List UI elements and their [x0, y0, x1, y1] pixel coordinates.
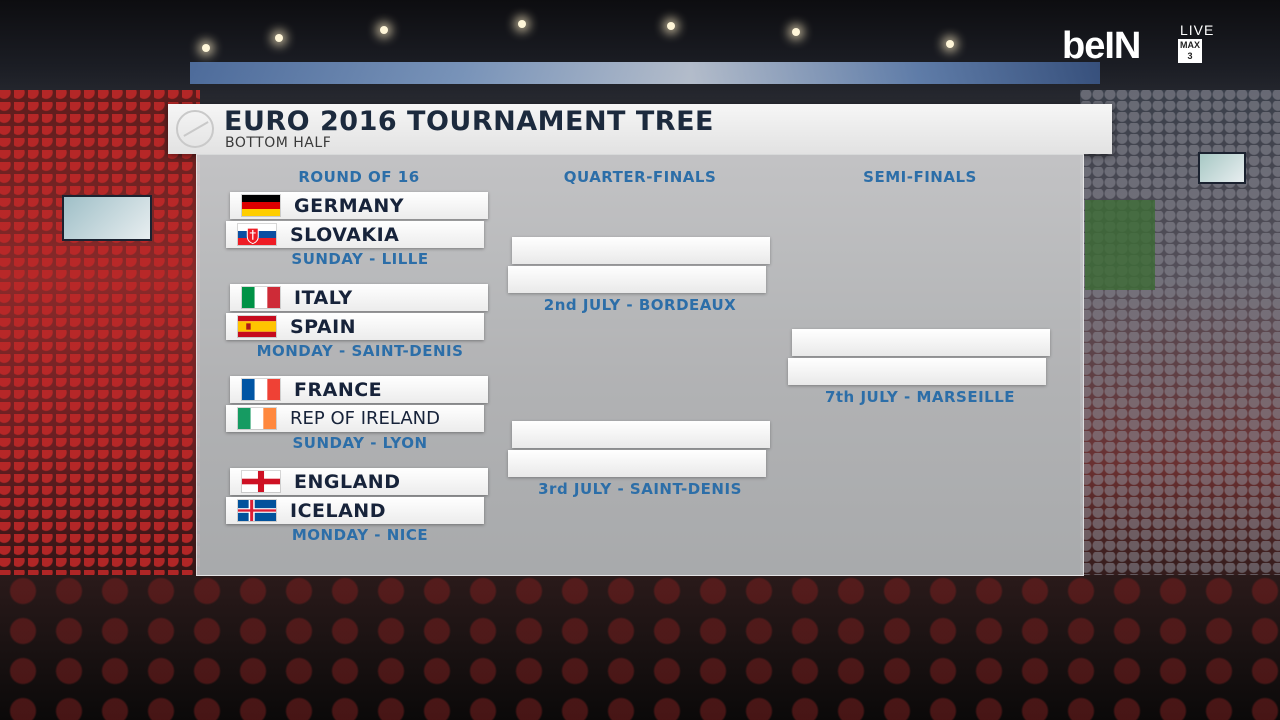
france-flag-icon [242, 379, 280, 400]
iceland-flag-icon [238, 500, 276, 521]
floodlight [518, 20, 526, 28]
team-row: GERMANY [230, 192, 488, 219]
floodlight [792, 28, 800, 36]
broadcaster-logo: beIN LIVE MAX 3 [1062, 22, 1215, 70]
team-row: ENGLAND [230, 468, 488, 495]
live-label: LIVE [1180, 22, 1215, 38]
ireland-flag-icon [238, 408, 276, 429]
football-icon [176, 110, 214, 148]
semi-final-slot [788, 358, 1046, 385]
stadium-screen-right [1198, 152, 1246, 184]
column-header-round-of-16: ROUND OF 16 [298, 168, 420, 186]
quarter-final-slot [512, 237, 770, 264]
team-name: ENGLAND [294, 471, 401, 493]
team-row: REP OF IRELAND [226, 405, 484, 432]
team-name: SPAIN [290, 316, 357, 338]
crowd-bottom [0, 575, 1280, 720]
quarter-final-info: 2nd JULY - BORDEAUX [543, 296, 737, 314]
floodlight [202, 44, 210, 52]
quarter-final-slot [508, 266, 766, 293]
team-row: SLOVAKIA [226, 221, 484, 248]
team-row: SPAIN [226, 313, 484, 340]
column-header-quarter-finals: QUARTER-FINALS [563, 168, 717, 186]
match-info: SUNDAY - LILLE [291, 250, 429, 268]
floodlight [946, 40, 954, 48]
team-row: FRANCE [230, 376, 488, 403]
team-name: FRANCE [294, 379, 383, 401]
channel-badge: MAX 3 [1178, 39, 1202, 63]
team-name: ITALY [294, 287, 353, 309]
team-row: ITALY [230, 284, 488, 311]
stadium-ring-banner [190, 62, 1100, 84]
floodlight [380, 26, 388, 34]
graphic-title: EURO 2016 TOURNAMENT TREE [224, 106, 714, 137]
team-name: SLOVAKIA [290, 224, 400, 246]
floodlight [667, 22, 675, 30]
semi-final-slot [792, 329, 1050, 356]
floodlight [275, 34, 283, 42]
quarter-final-info: 3rd JULY - SAINT-DENIS [538, 480, 742, 498]
pitch-glimpse [1085, 200, 1155, 290]
match-info: SUNDAY - LYON [292, 434, 428, 452]
logo-text: beIN [1062, 25, 1141, 67]
match-info: MONDAY - SAINT-DENIS [256, 342, 464, 360]
quarter-final-slot [512, 421, 770, 448]
team-name: GERMANY [294, 195, 404, 217]
semi-final-info: 7th JULY - MARSEILLE [824, 388, 1016, 406]
slovakia-flag-icon [238, 224, 276, 245]
england-flag-icon [242, 471, 280, 492]
stadium-screen-left [62, 195, 152, 241]
match-info: MONDAY - NICE [291, 526, 429, 544]
team-name: ICELAND [290, 500, 386, 522]
graphic-title-bar: EURO 2016 TOURNAMENT TREE BOTTOM HALF [168, 104, 1112, 154]
spain-flag-icon [238, 316, 276, 337]
column-header-semi-finals: SEMI-FINALS [863, 168, 977, 186]
graphic-subtitle: BOTTOM HALF [225, 135, 332, 151]
team-row: ICELAND [226, 497, 484, 524]
quarter-final-slot [508, 450, 766, 477]
italy-flag-icon [242, 287, 280, 308]
germany-flag-icon [242, 195, 280, 216]
team-name: REP OF IRELAND [290, 408, 440, 429]
